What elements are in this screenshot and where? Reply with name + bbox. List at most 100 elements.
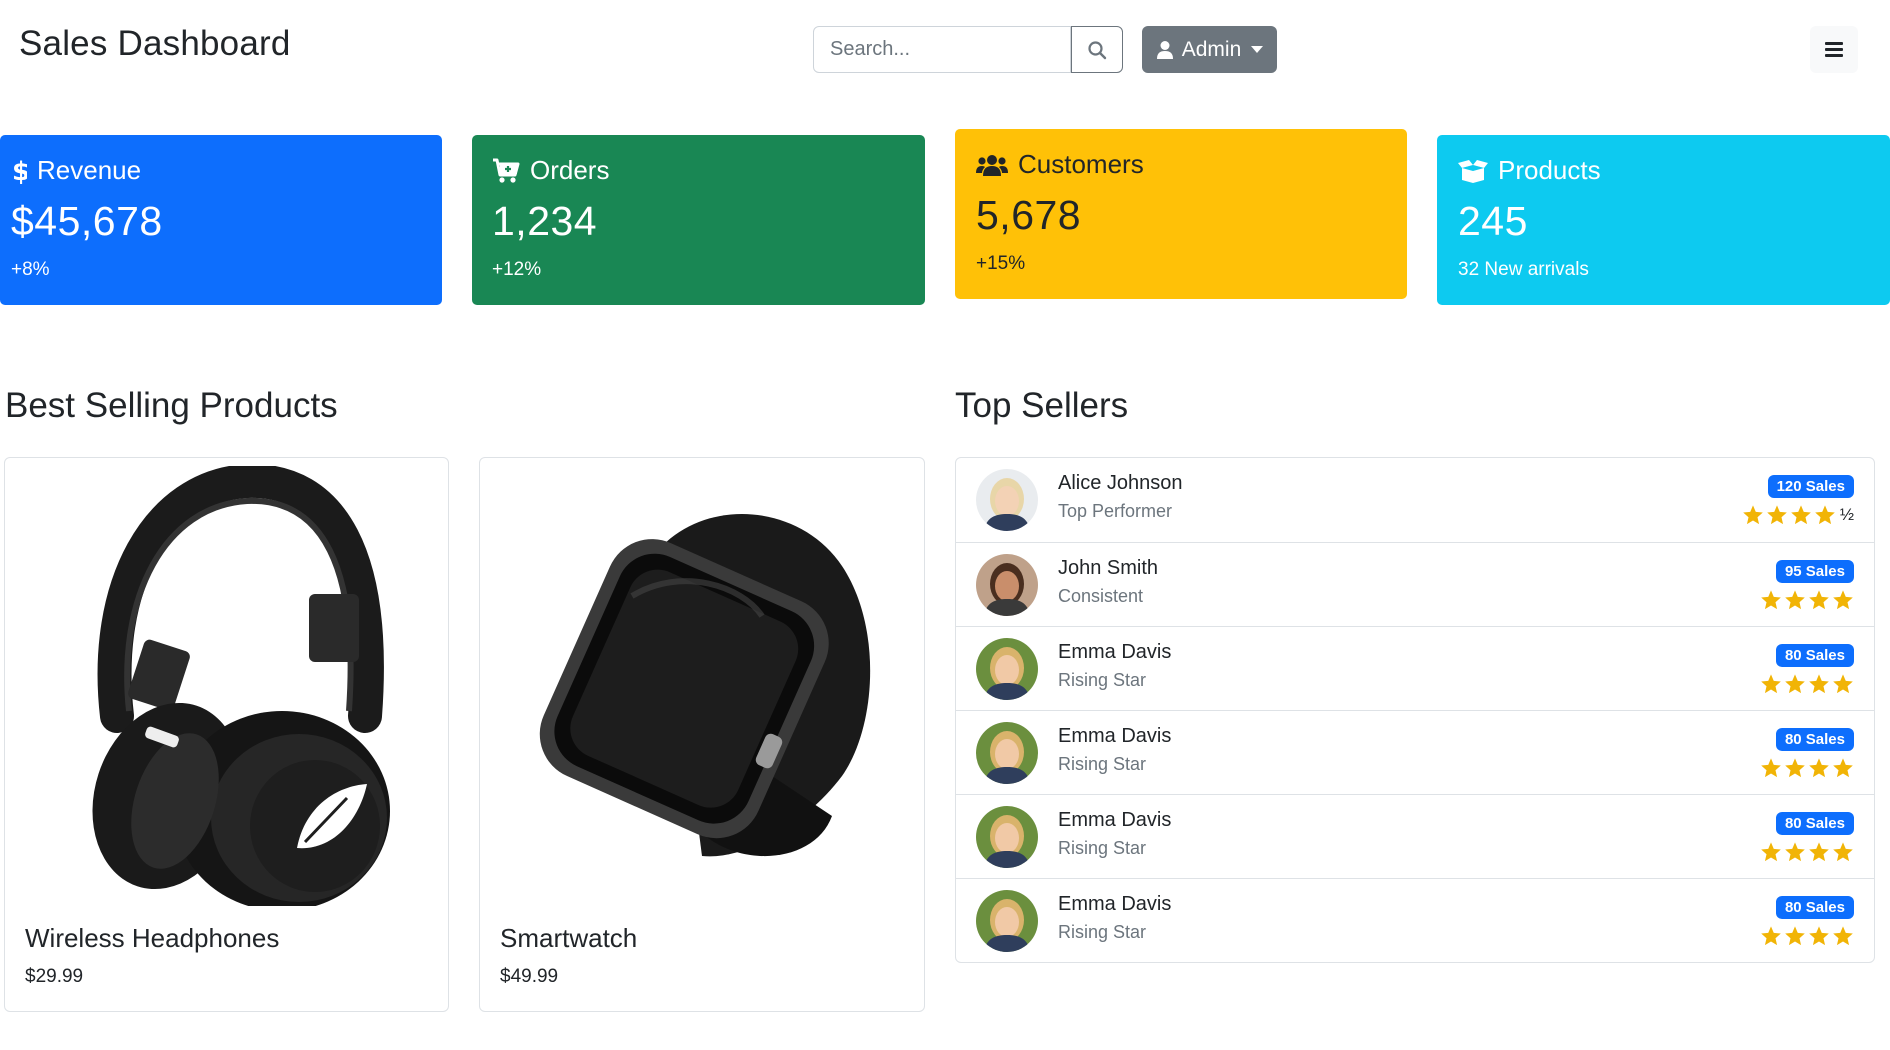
user-icon — [1156, 40, 1173, 59]
users-icon — [976, 154, 1008, 176]
star-icon — [1833, 590, 1853, 610]
avatar — [976, 722, 1038, 784]
rating-stars — [1760, 925, 1854, 947]
admin-dropdown-button[interactable]: Admin — [1142, 26, 1277, 73]
sales-badge: 80 Sales — [1775, 728, 1854, 751]
search-icon — [1088, 40, 1107, 59]
stat-card-customers: Customers 5,678 +15% — [955, 129, 1407, 299]
top-sellers-title: Top Sellers — [955, 386, 1129, 425]
seller-role: Rising Star — [1058, 670, 1147, 690]
stat-card-orders: Orders 1,234 +12% — [472, 135, 925, 305]
half-star-label: ½ — [1839, 505, 1854, 524]
stat-card-products: Products 245 32 New arrivals — [1437, 135, 1890, 305]
star-icon — [1785, 842, 1805, 862]
stat-change: +8% — [11, 259, 50, 280]
star-icon — [1815, 505, 1835, 525]
rating-stars — [1760, 841, 1854, 863]
seller-row[interactable]: Emma Davis Rising Star 80 Sales — [956, 710, 1874, 794]
stat-change: +12% — [492, 259, 542, 280]
stat-label: Customers — [1018, 149, 1144, 179]
avatar — [976, 638, 1038, 700]
product-price: $49.99 — [500, 966, 559, 987]
seller-role: Rising Star — [1058, 754, 1147, 774]
seller-role: Top Performer — [1058, 501, 1173, 521]
seller-row[interactable]: Alice Johnson Top Performer 120 Sales ½ — [956, 458, 1874, 542]
product-name[interactable]: Smartwatch — [500, 923, 637, 954]
stat-value: 5,678 — [976, 192, 1082, 238]
star-icon — [1833, 674, 1853, 694]
seller-row[interactable]: Emma Davis Rising Star 80 Sales — [956, 794, 1874, 878]
star-icon — [1761, 842, 1781, 862]
star-icon — [1809, 758, 1829, 778]
star-icon — [1809, 674, 1829, 694]
star-icon — [1743, 505, 1763, 525]
stat-label: Orders — [530, 155, 610, 185]
headphones-image — [5, 458, 448, 913]
stat-value: 1,234 — [492, 198, 598, 244]
star-icon — [1809, 842, 1829, 862]
stat-value: 245 — [1458, 198, 1528, 244]
dollar-icon: $ — [12, 158, 27, 184]
sales-badge: 120 Sales — [1767, 475, 1854, 498]
star-icon — [1791, 505, 1811, 525]
star-icon — [1785, 674, 1805, 694]
product-card[interactable]: Smartwatch $49.99 — [479, 457, 925, 1012]
seller-name: Emma Davis — [1058, 641, 1172, 663]
stat-change: 32 New arrivals — [1458, 259, 1589, 280]
star-icon — [1761, 674, 1781, 694]
product-name[interactable]: Wireless Headphones — [25, 923, 279, 954]
star-icon — [1761, 926, 1781, 946]
product-card[interactable]: Wireless Headphones $29.99 — [4, 457, 449, 1012]
stat-label: Revenue — [37, 155, 142, 185]
seller-name: Alice Johnson — [1058, 472, 1183, 494]
hamburger-icon — [1825, 42, 1843, 57]
star-icon — [1833, 926, 1853, 946]
search-button[interactable] — [1071, 26, 1123, 73]
stat-change: +15% — [976, 253, 1026, 274]
sales-badge: 80 Sales — [1775, 896, 1854, 919]
seller-role: Rising Star — [1058, 838, 1147, 858]
star-icon — [1761, 758, 1781, 778]
star-icon — [1785, 758, 1805, 778]
stat-label: Products — [1498, 155, 1601, 185]
star-icon — [1767, 505, 1787, 525]
menu-toggle-button[interactable] — [1810, 26, 1858, 73]
best-selling-title: Best Selling Products — [5, 386, 338, 425]
avatar — [976, 469, 1038, 531]
search-input[interactable] — [813, 26, 1071, 73]
admin-label: Admin — [1181, 37, 1242, 61]
avatar — [976, 890, 1038, 952]
seller-name: Emma Davis — [1058, 809, 1172, 831]
sales-badge: 95 Sales — [1775, 560, 1854, 583]
seller-row[interactable]: John Smith Consistent 95 Sales — [956, 542, 1874, 626]
avatar — [976, 554, 1038, 616]
top-sellers-list: Alice Johnson Top Performer 120 Sales ½ John… — [955, 457, 1875, 963]
seller-role: Rising Star — [1058, 922, 1147, 942]
star-icon — [1785, 590, 1805, 610]
product-price: $29.99 — [25, 966, 84, 987]
seller-name: Emma Davis — [1058, 893, 1172, 915]
avatar — [976, 806, 1038, 868]
caret-down-icon — [1251, 46, 1264, 53]
star-icon — [1809, 590, 1829, 610]
box-open-icon — [1458, 159, 1488, 183]
stat-card-revenue: $ Revenue $45,678 +8% — [0, 135, 442, 305]
rating-stars: ½ — [1742, 504, 1854, 526]
smartwatch-image — [480, 458, 924, 913]
sales-badge: 80 Sales — [1775, 812, 1854, 835]
star-icon — [1809, 926, 1829, 946]
star-icon — [1761, 590, 1781, 610]
seller-row[interactable]: Emma Davis Rising Star 80 Sales — [956, 878, 1874, 962]
search-group — [813, 26, 1123, 73]
seller-name: Emma Davis — [1058, 725, 1172, 747]
sales-badge: 80 Sales — [1775, 644, 1854, 667]
star-icon — [1833, 842, 1853, 862]
page-title: Sales Dashboard — [19, 24, 291, 63]
seller-name: John Smith — [1058, 557, 1159, 579]
rating-stars — [1760, 757, 1854, 779]
rating-stars — [1760, 673, 1854, 695]
seller-row[interactable]: Emma Davis Rising Star 80 Sales — [956, 626, 1874, 710]
stat-value: $45,678 — [11, 198, 163, 244]
star-icon — [1833, 758, 1853, 778]
cart-icon — [493, 158, 520, 183]
